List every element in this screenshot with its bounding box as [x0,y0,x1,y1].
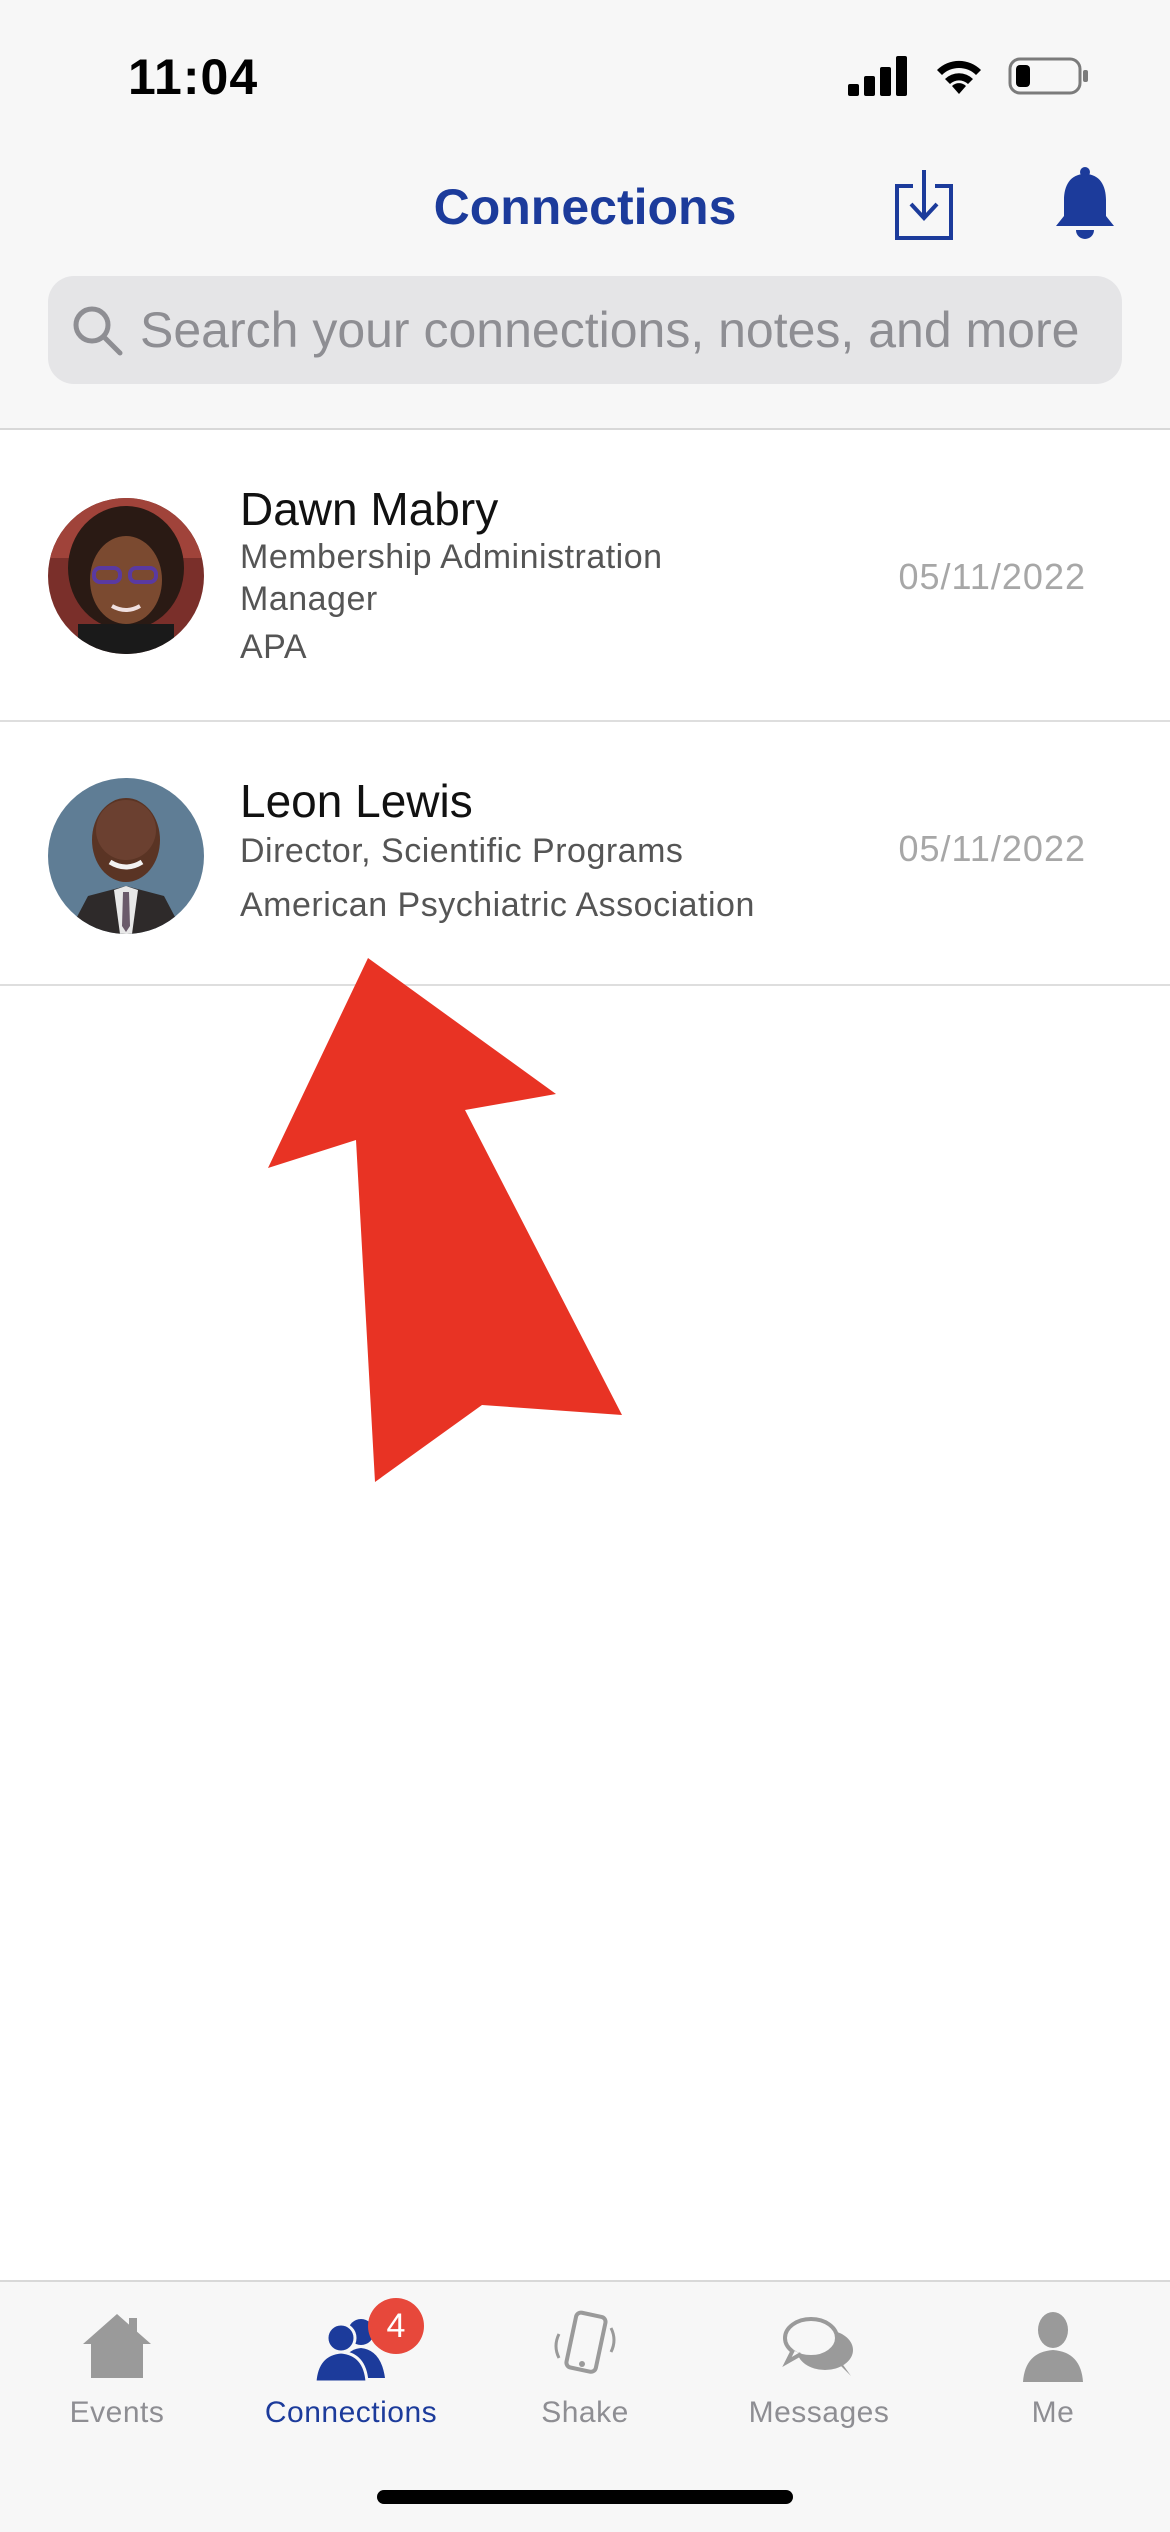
battery-icon [1008,57,1088,95]
tab-me[interactable]: Me [936,2306,1170,2430]
cellular-signal-icon [848,56,907,96]
person-icon [1023,2312,1083,2382]
chat-bubbles-icon [782,2317,853,2376]
connection-name: Leon Lewis [240,775,473,827]
home-indicator [377,2490,793,2504]
connection-name: Dawn Mabry [240,483,499,535]
tab-label: Me [1031,2396,1075,2429]
connection-organization: APA [240,628,308,666]
connection-organization: American Psychiatric Association [240,886,755,924]
connection-title: Director, Scientific Programs [240,832,684,870]
avatar [48,778,204,934]
phone-shake-icon [554,2310,616,2374]
header: 11:04 Connections [0,0,1170,430]
tab-connections[interactable]: 4 Connections [234,2298,468,2430]
search-input[interactable] [140,301,1100,359]
tab-label: Events [69,2396,165,2429]
connections-list: Dawn Mabry Membership Administration Man… [0,432,1170,986]
connections-screen: 11:04 Connections Search your connection… [0,0,1170,2532]
connection-date: 05/11/2022 [898,828,1086,869]
tab-messages[interactable]: Messages [702,2306,936,2430]
status-icons [848,52,1090,100]
page-title: Connections [433,179,737,235]
wifi-icon [937,60,981,94]
list-item[interactable]: Dawn Mabry Membership Administration Man… [0,432,1170,722]
notification-badge: 4 [368,2298,424,2354]
search-icon [73,306,123,356]
tab-shake[interactable]: Shake [468,2306,702,2430]
download-icon[interactable] [893,168,955,242]
tab-label: Shake [541,2396,629,2429]
avatar [48,498,204,654]
tab-label: Connections [264,2396,438,2429]
connection-title: Membership Administration [240,538,663,576]
connection-title-continued: Manager [240,580,378,618]
bell-icon[interactable] [1052,166,1118,242]
search-bar[interactable] [48,276,1122,384]
list-item[interactable]: Leon Lewis Director, Scientific Programs… [0,722,1170,986]
connection-date: 05/11/2022 [898,556,1086,597]
home-icon [83,2314,151,2378]
status-time: 11:04 [128,49,259,105]
tab-events[interactable]: Events [0,2306,234,2430]
tab-label: Messages [748,2396,890,2429]
